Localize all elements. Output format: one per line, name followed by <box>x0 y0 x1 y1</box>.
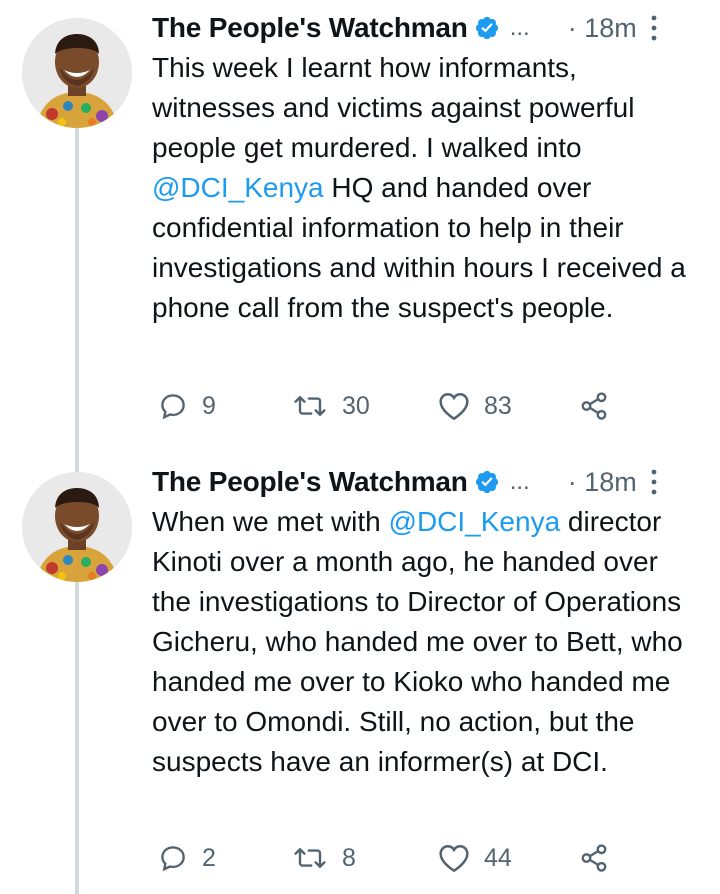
reply-count: 2 <box>202 843 216 872</box>
tweet-header: The People's Watchman ... · 18m <box>152 6 690 50</box>
verified-badge-icon <box>475 16 498 40</box>
more-options-icon[interactable] <box>647 13 661 43</box>
reply-icon <box>161 394 185 420</box>
author-name[interactable]: The People's Watchman <box>152 12 468 44</box>
avatar[interactable] <box>22 472 132 582</box>
like-button[interactable]: 83 <box>438 384 512 428</box>
retweet-button[interactable]: 30 <box>292 384 370 428</box>
author-name[interactable]: The People's Watchman <box>152 466 468 498</box>
reply-button[interactable]: 2 <box>158 836 216 880</box>
mention-link[interactable]: @DCI_Kenya <box>152 172 324 203</box>
tweet-text-part: This week I learnt how informants, witne… <box>152 52 643 163</box>
share-icon <box>581 844 607 872</box>
like-icon <box>439 392 469 421</box>
retweet-count: 8 <box>342 843 356 872</box>
reply-count: 9 <box>202 391 216 420</box>
tweet-actions: 9 30 83 <box>0 384 720 428</box>
tweet-header: The People's Watchman ... · 18m <box>152 460 690 504</box>
timestamp[interactable]: · 18m <box>568 13 637 44</box>
retweet-button[interactable]: 8 <box>292 836 356 880</box>
like-icon <box>439 844 469 873</box>
like-button[interactable]: 44 <box>438 836 512 880</box>
retweet-count: 30 <box>342 391 370 420</box>
reply-button[interactable]: 9 <box>158 384 216 428</box>
retweet-icon <box>294 848 326 868</box>
like-count: 44 <box>484 843 512 872</box>
tweet[interactable]: The People's Watchman ... · 18m When we … <box>0 460 720 894</box>
share-button[interactable] <box>578 384 610 428</box>
tweet[interactable]: The People's Watchman ... · 18m This wee… <box>0 0 720 460</box>
mention-link[interactable]: @DCI_Kenya <box>389 506 561 537</box>
reply-icon <box>161 846 185 872</box>
timestamp[interactable]: · 18m <box>568 467 637 498</box>
share-icon <box>581 392 607 420</box>
like-count: 83 <box>484 391 512 420</box>
tweet-text: When we met with @DCI_Kenya director Kin… <box>152 502 696 782</box>
tweet-text-part: director Kinoti over a month ago, he han… <box>152 506 691 777</box>
tweet-text: This week I learnt how informants, witne… <box>152 48 696 328</box>
author-handle[interactable]: ... <box>510 468 530 496</box>
tweet-text-part: When we met with <box>152 506 389 537</box>
retweet-icon <box>294 396 326 416</box>
more-options-icon[interactable] <box>647 467 661 497</box>
verified-badge-icon <box>475 470 498 494</box>
share-button[interactable] <box>578 836 610 880</box>
author-handle[interactable]: ... <box>510 14 530 42</box>
avatar[interactable] <box>22 18 132 128</box>
tweet-actions: 2 8 44 <box>0 836 720 880</box>
